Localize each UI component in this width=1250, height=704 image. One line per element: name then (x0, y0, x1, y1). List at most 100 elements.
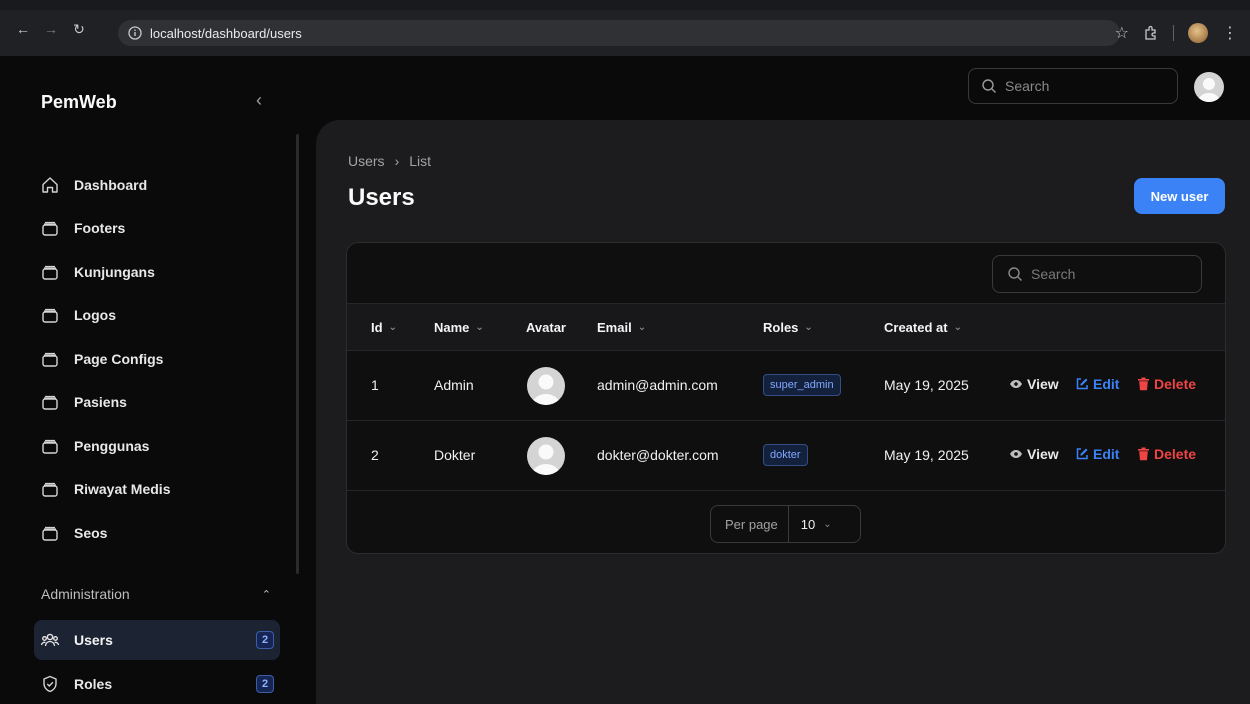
sidebar-item-label: Footers (74, 220, 126, 237)
chevron-up-icon[interactable]: ⌃ (262, 588, 271, 601)
column-header-roles[interactable]: Roles ⌄ (763, 320, 813, 335)
sidebar-item-footers[interactable]: Footers (34, 207, 280, 251)
count-badge: 2 (256, 675, 274, 693)
page-title: Users (348, 184, 415, 211)
table-row[interactable]: 1 Admin admin@admin.com super_admin May … (347, 351, 1225, 421)
edit-label: Edit (1093, 376, 1120, 392)
sidebar-item-users[interactable]: Users 2 (34, 620, 280, 660)
per-page-value[interactable]: 10 ⌄ (789, 517, 832, 532)
bookmark-star-icon[interactable]: ☆ (1115, 23, 1129, 43)
brand-logo[interactable]: PemWeb (41, 92, 117, 113)
sidebar-item-page-configs[interactable]: Page Configs (34, 337, 280, 381)
column-header-created-at[interactable]: Created at ⌄ (884, 320, 962, 335)
role-badge: super_admin (763, 374, 841, 396)
cell-id: 1 (371, 377, 379, 393)
chevron-down-icon: ⌄ (475, 322, 484, 333)
sidebar-item-pasiens[interactable]: Pasiens (34, 381, 280, 425)
sidebar: PemWeb ‹ Dashboard Footers Kunjungans Lo… (0, 56, 300, 704)
user-avatar[interactable] (1194, 72, 1224, 102)
app: PemWeb ‹ Dashboard Footers Kunjungans Lo… (0, 56, 1250, 704)
chevron-down-icon: ⌄ (388, 322, 397, 333)
edit-action[interactable]: Edit (1075, 376, 1119, 392)
column-label: Email (597, 320, 632, 335)
delete-action[interactable]: Delete (1137, 446, 1196, 462)
rectangle-stack-icon (42, 396, 58, 410)
search-placeholder: Search (1005, 78, 1050, 94)
sidebar-item-label: Logos (74, 307, 116, 324)
nav-group-administration[interactable]: Administration ⌃ (41, 586, 271, 602)
collapse-sidebar-icon[interactable]: ‹ (256, 90, 262, 111)
cell-name: Dokter (434, 447, 476, 463)
sidebar-scrollbar[interactable] (296, 134, 299, 574)
edit-action[interactable]: Edit (1075, 446, 1119, 462)
pencil-square-icon (1076, 448, 1088, 460)
browser-chrome: ← → ↻ localhost/dashboard/users ☆ ⋮ (0, 0, 1250, 56)
back-icon[interactable]: ← (12, 18, 34, 40)
column-label: Roles (763, 320, 799, 335)
avatar-silhouette-icon (1198, 78, 1220, 102)
sidebar-item-riwayat-medis[interactable]: Riwayat Medis (34, 468, 280, 512)
view-action[interactable]: View (1009, 376, 1059, 392)
column-label: Id (371, 320, 383, 335)
column-header-name[interactable]: Name ⌄ (434, 320, 484, 335)
sidebar-item-roles[interactable]: Roles 2 (34, 664, 280, 704)
sidebar-item-label: Kunjungans (74, 263, 155, 280)
avatar-silhouette-icon (532, 444, 560, 475)
forward-icon[interactable]: → (40, 18, 62, 40)
url-text: localhost/dashboard/users (150, 25, 302, 41)
chevron-down-icon: ⌄ (637, 322, 647, 333)
global-search-input[interactable]: Search (968, 68, 1178, 104)
users-icon (40, 633, 60, 647)
column-header-email[interactable]: Email ⌄ (597, 320, 646, 335)
sidebar-item-label: Seos (74, 524, 108, 541)
shield-check-icon (43, 675, 57, 693)
sidebar-item-dashboard[interactable]: Dashboard (34, 163, 280, 207)
delete-label: Delete (1154, 376, 1197, 392)
breadcrumb-users[interactable]: Users (348, 153, 385, 169)
divider (1173, 25, 1174, 41)
cell-created-at: May 19, 2025 (884, 447, 969, 463)
eye-icon (1010, 380, 1022, 388)
table-search-input[interactable]: Search (992, 255, 1202, 293)
sidebar-item-logos[interactable]: Logos (34, 294, 280, 338)
search-icon (1008, 267, 1022, 281)
site-info-icon[interactable] (128, 26, 142, 40)
per-page-number: 10 (800, 516, 816, 532)
address-bar[interactable]: localhost/dashboard/users (118, 20, 1120, 46)
sidebar-item-label: Pasiens (74, 394, 127, 411)
trash-icon (1138, 377, 1149, 391)
column-header-avatar: Avatar (526, 320, 566, 335)
edit-label: Edit (1093, 446, 1120, 462)
breadcrumb-list: List (409, 153, 432, 169)
avatar-silhouette-icon (532, 374, 560, 405)
rectangle-stack-icon (42, 222, 58, 236)
sidebar-item-seos[interactable]: Seos (34, 511, 280, 555)
sidebar-item-penggunas[interactable]: Penggunas (34, 424, 280, 468)
search-placeholder: Search (1031, 266, 1076, 282)
new-user-button[interactable]: New user (1134, 178, 1225, 214)
rectangle-stack-icon (42, 309, 58, 323)
reload-icon[interactable]: ↻ (68, 18, 90, 40)
browser-nav: ← → ↻ (12, 18, 96, 40)
cell-name: Admin (434, 377, 474, 393)
avatar (527, 437, 565, 475)
profile-avatar[interactable] (1188, 23, 1208, 43)
column-header-id[interactable]: Id ⌄ (371, 320, 397, 335)
extensions-icon[interactable] (1143, 25, 1159, 41)
table-row[interactable]: 2 Dokter dokter@dokter.com dokter May 19… (347, 421, 1225, 491)
pencil-square-icon (1076, 378, 1088, 390)
sidebar-item-kunjungans[interactable]: Kunjungans (34, 250, 280, 294)
view-action[interactable]: View (1009, 446, 1059, 462)
sidebar-item-label: Roles (74, 676, 113, 692)
sidebar-nav: Dashboard Footers Kunjungans Logos Page … (34, 163, 280, 555)
column-label: Name (434, 320, 470, 335)
main-panel: Users › List Users New user Search Id ⌄ N… (316, 120, 1250, 704)
search-icon (982, 79, 996, 93)
table-header: Id ⌄ Name ⌄ Avatar Email ⌄ Roles ⌄ Created a… (347, 303, 1225, 351)
browser-actions: ☆ ⋮ (1115, 20, 1238, 46)
per-page-select[interactable]: Per page 10 ⌄ (710, 505, 861, 543)
more-menu-icon[interactable]: ⋮ (1222, 23, 1238, 43)
sidebar-item-label: Users (74, 632, 113, 648)
delete-action[interactable]: Delete (1137, 376, 1196, 392)
tab-strip (0, 0, 1250, 10)
